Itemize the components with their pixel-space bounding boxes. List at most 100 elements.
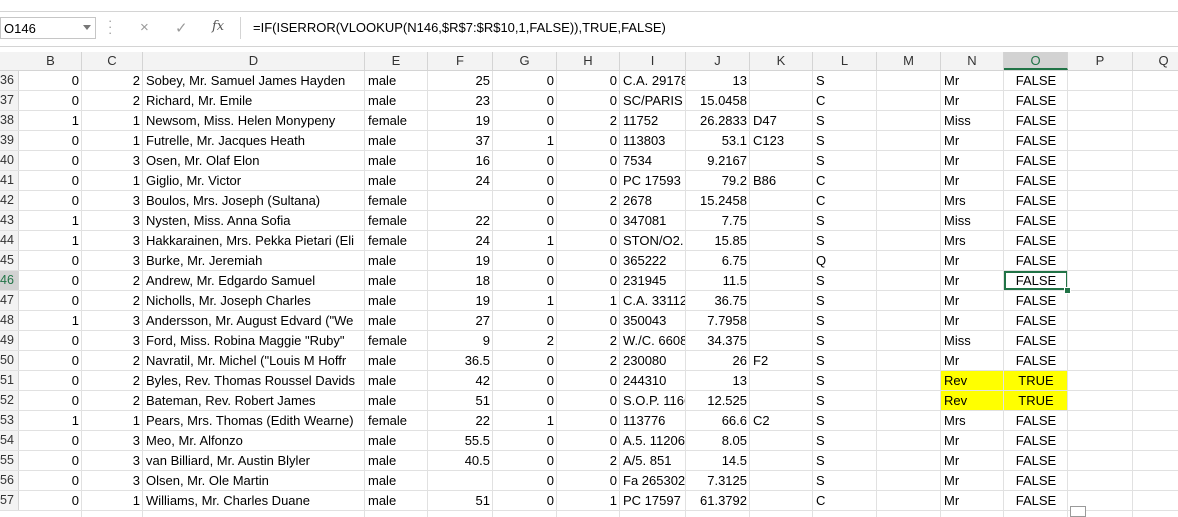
cell-b[interactable]: 0 (20, 451, 82, 470)
cell-e[interactable]: male (365, 171, 428, 190)
row-header[interactable]: 43 (0, 211, 19, 230)
cell-l[interactable]: C (813, 191, 877, 210)
cell-l[interactable]: S (813, 231, 877, 250)
cell-n[interactable]: Mr (941, 291, 1004, 310)
cell-h[interactable]: 0 (557, 171, 620, 190)
cell-l[interactable]: S (813, 131, 877, 150)
cell-e[interactable]: male (365, 351, 428, 370)
cell-b[interactable]: 0 (20, 291, 82, 310)
cell-i[interactable]: 231945 (620, 271, 686, 290)
cell-c[interactable]: 3 (82, 431, 143, 450)
cell-c[interactable]: 3 (82, 331, 143, 350)
cell-o[interactable]: FALSE (1004, 91, 1068, 110)
cell-l[interactable]: S (813, 271, 877, 290)
cell-e[interactable]: female (365, 111, 428, 130)
cell-h[interactable]: 0 (557, 231, 620, 250)
cell-n[interactable]: Miss (941, 331, 1004, 350)
cell-g[interactable]: 0 (493, 151, 557, 170)
cell-l[interactable]: S (813, 331, 877, 350)
cell-b[interactable]: 0 (20, 491, 82, 510)
cell-e[interactable]: male (365, 371, 428, 390)
cell-l[interactable]: S (813, 71, 877, 90)
cell-o[interactable]: FALSE (1004, 411, 1068, 430)
cell-k[interactable] (750, 371, 813, 390)
cell-g[interactable]: 0 (493, 171, 557, 190)
selected-cell[interactable]: FALSE (1004, 271, 1068, 290)
cell-i[interactable]: 230080 (620, 351, 686, 370)
cell-h[interactable]: 0 (557, 311, 620, 330)
cell-k[interactable] (750, 151, 813, 170)
cell-g[interactable]: 1 (493, 131, 557, 150)
cell-d[interactable]: Richard, Mr. Emile (143, 91, 365, 110)
cell-d[interactable]: Giglio, Mr. Victor (143, 171, 365, 190)
cell-h[interactable]: 0 (557, 471, 620, 490)
cell-b[interactable]: 0 (20, 131, 82, 150)
cell-l[interactable]: S (813, 391, 877, 410)
cell-b[interactable]: 0 (20, 391, 82, 410)
cell-o[interactable]: FALSE (1004, 431, 1068, 450)
cell-l[interactable]: S (813, 351, 877, 370)
cell-g[interactable]: 0 (493, 71, 557, 90)
cell-k[interactable] (750, 251, 813, 270)
cell-c[interactable]: 1 (82, 111, 143, 130)
cell-c[interactable]: 2 (82, 391, 143, 410)
cell-j[interactable]: 9.2167 (686, 151, 750, 170)
cell-j[interactable]: 7.7958 (686, 311, 750, 330)
cell-j[interactable]: 7.3125 (686, 471, 750, 490)
cell-i[interactable]: SC/PARIS (620, 91, 686, 110)
cell-n[interactable]: Mr (941, 251, 1004, 270)
cell-b[interactable]: 0 (20, 171, 82, 190)
cell-j[interactable]: 14.5 (686, 451, 750, 470)
cell-g[interactable]: 0 (493, 471, 557, 490)
cell-i[interactable]: C.A. 29178 (620, 71, 686, 90)
cell-o[interactable]: FALSE (1004, 151, 1068, 170)
cell-b[interactable]: 1 (20, 111, 82, 130)
cell-e[interactable]: female (365, 231, 428, 250)
cell-l[interactable]: S (813, 151, 877, 170)
cell-g[interactable]: 2 (493, 331, 557, 350)
cell-c[interactable]: 3 (82, 191, 143, 210)
cell-l[interactable]: S (813, 431, 877, 450)
cell-j[interactable]: 34.375 (686, 331, 750, 350)
cell-o[interactable]: FALSE (1004, 291, 1068, 310)
row-header[interactable]: 38 (0, 111, 19, 130)
cell-i[interactable]: 347081 (620, 211, 686, 230)
cell-h[interactable]: 0 (557, 131, 620, 150)
cell-l[interactable]: C (813, 491, 877, 510)
cell-e[interactable]: male (365, 451, 428, 470)
column-header-k[interactable]: K (750, 52, 813, 70)
cell-k[interactable] (750, 211, 813, 230)
cell-n[interactable]: Mr (941, 271, 1004, 290)
drag-handle-icon[interactable]: · · · (108, 14, 112, 39)
cell-b[interactable]: 0 (20, 271, 82, 290)
cell-g[interactable]: 0 (493, 191, 557, 210)
row-header[interactable]: 47 (0, 291, 19, 310)
cell-c[interactable]: 2 (82, 371, 143, 390)
cell-i[interactable]: 244310 (620, 371, 686, 390)
cell-k[interactable] (750, 451, 813, 470)
cell-l[interactable]: S (813, 411, 877, 430)
cell-c[interactable]: 3 (82, 231, 143, 250)
column-header-f[interactable]: F (428, 52, 493, 70)
cell-k[interactable] (750, 391, 813, 410)
cell-i[interactable]: Fa 265302 (620, 471, 686, 490)
cell-c[interactable]: 3 (82, 451, 143, 470)
cell-d[interactable]: Meo, Mr. Alfonzo (143, 431, 365, 450)
cell-o[interactable]: FALSE (1004, 451, 1068, 470)
cancel-icon[interactable]: × (140, 19, 149, 36)
cell-c[interactable]: 3 (82, 211, 143, 230)
cell-g[interactable]: 0 (493, 311, 557, 330)
cell-g[interactable]: 0 (493, 431, 557, 450)
cell-i[interactable]: W./C. 6608 (620, 331, 686, 350)
cell-c[interactable]: 2 (82, 271, 143, 290)
cell-k[interactable] (750, 311, 813, 330)
cell-h[interactable]: 2 (557, 191, 620, 210)
cell-k[interactable]: C2 (750, 411, 813, 430)
cell-i[interactable]: A.5. 11206 (620, 431, 686, 450)
cell-g[interactable]: 0 (493, 451, 557, 470)
cell-f[interactable] (428, 191, 493, 210)
cell-i[interactable]: 113776 (620, 411, 686, 430)
cell-n[interactable]: Mrs (941, 191, 1004, 210)
row-header[interactable]: 50 (0, 351, 19, 370)
cell-n[interactable]: Miss (941, 211, 1004, 230)
